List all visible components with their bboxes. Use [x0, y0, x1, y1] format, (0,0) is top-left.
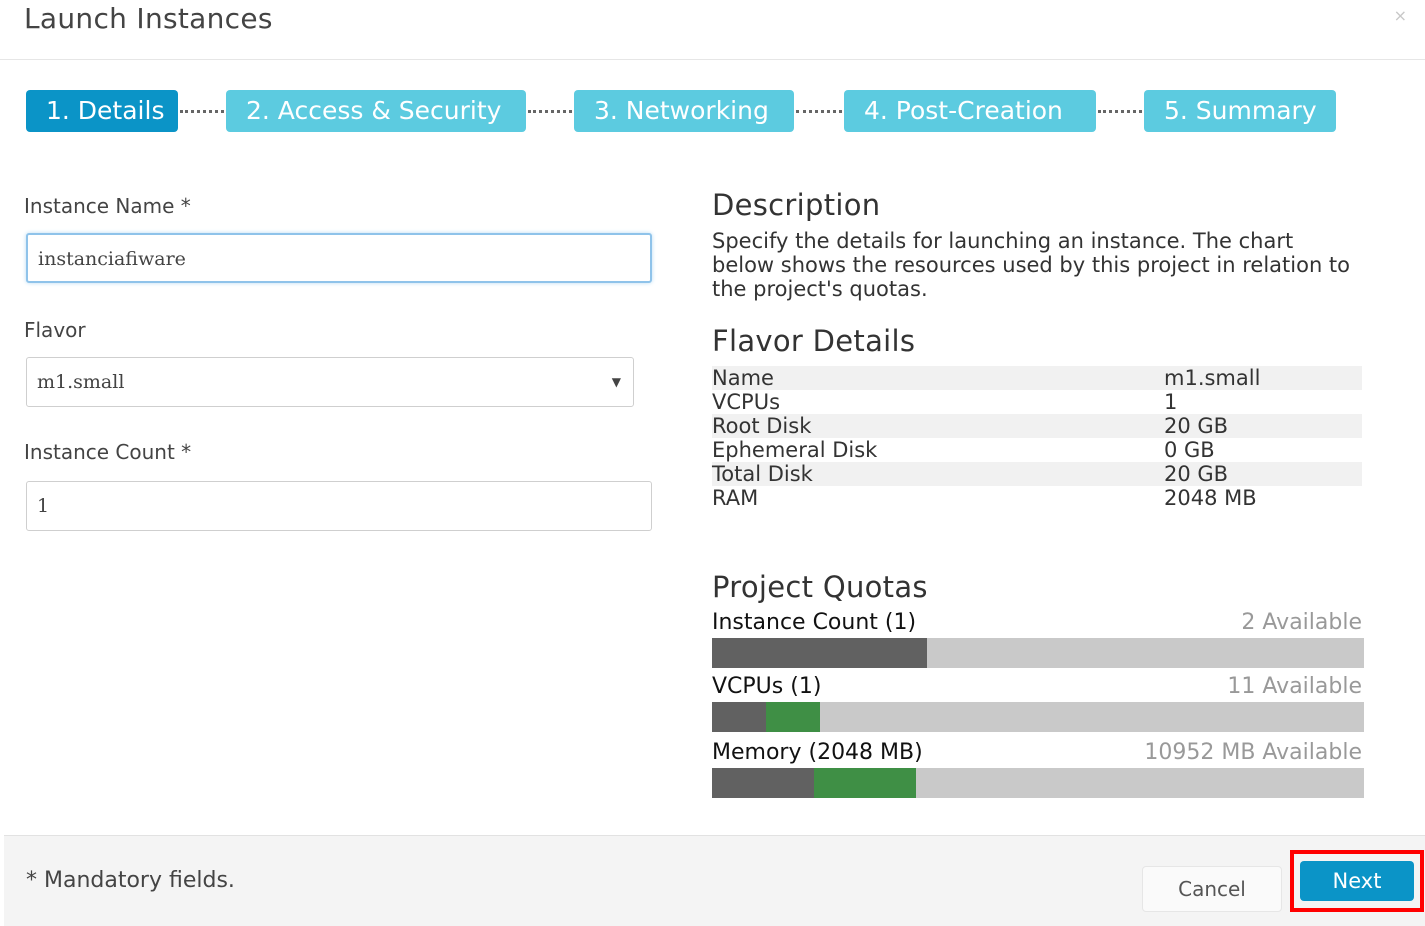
row-value: 2048 MB	[1164, 486, 1257, 510]
row-value: 20 GB	[1164, 462, 1229, 486]
row-value: m1.small	[1164, 366, 1261, 390]
flavor-select[interactable]: m1.small ▼	[26, 357, 634, 407]
wizard-steps: 1. Details 2. Access & Security 3. Netwo…	[26, 90, 1346, 132]
table-row: Total Disk 20 GB	[712, 462, 1362, 486]
flavor-details-heading: Flavor Details	[712, 324, 916, 358]
row-key: RAM	[712, 486, 759, 510]
quota-instance-count: Instance Count (1) 2 Available	[712, 610, 1364, 668]
tab-networking[interactable]: 3. Networking	[574, 90, 794, 132]
quota-label: Memory (2048 MB)	[712, 740, 923, 765]
quota-added-fill	[766, 702, 820, 732]
quota-used-fill	[712, 768, 814, 798]
flavor-details-table: Name m1.small VCPUs 1 Root Disk 20 GB Ephem…	[712, 366, 1362, 510]
row-key: Root Disk	[712, 414, 812, 438]
next-button-highlight: Next	[1290, 850, 1424, 912]
row-key: Name	[712, 366, 774, 390]
row-key: VCPUs	[712, 390, 781, 414]
table-row: RAM 2048 MB	[712, 486, 1362, 510]
instance-count-label: Instance Count *	[24, 440, 192, 464]
tab-post-creation[interactable]: 4. Post-Creation	[844, 90, 1096, 132]
row-value: 1	[1164, 390, 1178, 414]
row-value: 0 GB	[1164, 438, 1215, 462]
dialog-header: Launch Instances ×	[0, 0, 1425, 60]
instance-name-label: Instance Name *	[24, 194, 191, 218]
quota-used-fill	[712, 638, 927, 668]
table-row: Ephemeral Disk 0 GB	[712, 438, 1362, 462]
quota-available: 10952 MB Available	[1144, 740, 1362, 765]
step-connector	[180, 110, 224, 113]
tab-details[interactable]: 1. Details	[26, 90, 178, 132]
flavor-select-value: m1.small	[37, 371, 125, 393]
project-quotas-heading: Project Quotas	[712, 570, 928, 604]
quota-added-fill	[814, 768, 916, 798]
quota-available: 11 Available	[1227, 674, 1362, 699]
instance-name-input[interactable]: instanciafiware	[26, 233, 652, 283]
quota-bar	[712, 702, 1364, 732]
table-row: Root Disk 20 GB	[712, 414, 1362, 438]
next-button[interactable]: Next	[1300, 861, 1414, 901]
step-connector	[528, 110, 572, 113]
dialog-title: Launch Instances	[24, 2, 273, 35]
row-key: Ephemeral Disk	[712, 438, 878, 462]
tab-summary[interactable]: 5. Summary	[1144, 90, 1336, 132]
description-text: Specify the details for launching an ins…	[712, 229, 1351, 301]
quota-used-fill	[712, 702, 766, 732]
quota-label: Instance Count (1)	[712, 610, 917, 635]
quota-bar	[712, 768, 1364, 798]
flavor-label: Flavor	[24, 318, 86, 342]
quota-bar	[712, 638, 1364, 668]
step-connector	[796, 110, 842, 113]
table-row: VCPUs 1	[712, 390, 1362, 414]
quota-memory: Memory (2048 MB) 10952 MB Available	[712, 740, 1364, 800]
table-row: Name m1.small	[712, 366, 1362, 390]
quota-available: 2 Available	[1241, 610, 1362, 635]
tab-access-security[interactable]: 2. Access & Security	[226, 90, 526, 132]
dialog-footer: * Mandatory fields. Cancel Next	[4, 835, 1425, 926]
instance-count-input[interactable]: 1	[26, 481, 652, 531]
step-connector	[1098, 110, 1142, 113]
close-icon[interactable]: ×	[1394, 6, 1407, 25]
mandatory-note: * Mandatory fields.	[26, 868, 235, 893]
quota-vcpus: VCPUs (1) 11 Available	[712, 674, 1364, 734]
caret-down-icon: ▼	[611, 375, 621, 389]
row-value: 20 GB	[1164, 414, 1229, 438]
row-key: Total Disk	[712, 462, 813, 486]
description-heading: Description	[712, 188, 881, 222]
cancel-button[interactable]: Cancel	[1142, 866, 1282, 912]
quota-label: VCPUs (1)	[712, 674, 822, 699]
